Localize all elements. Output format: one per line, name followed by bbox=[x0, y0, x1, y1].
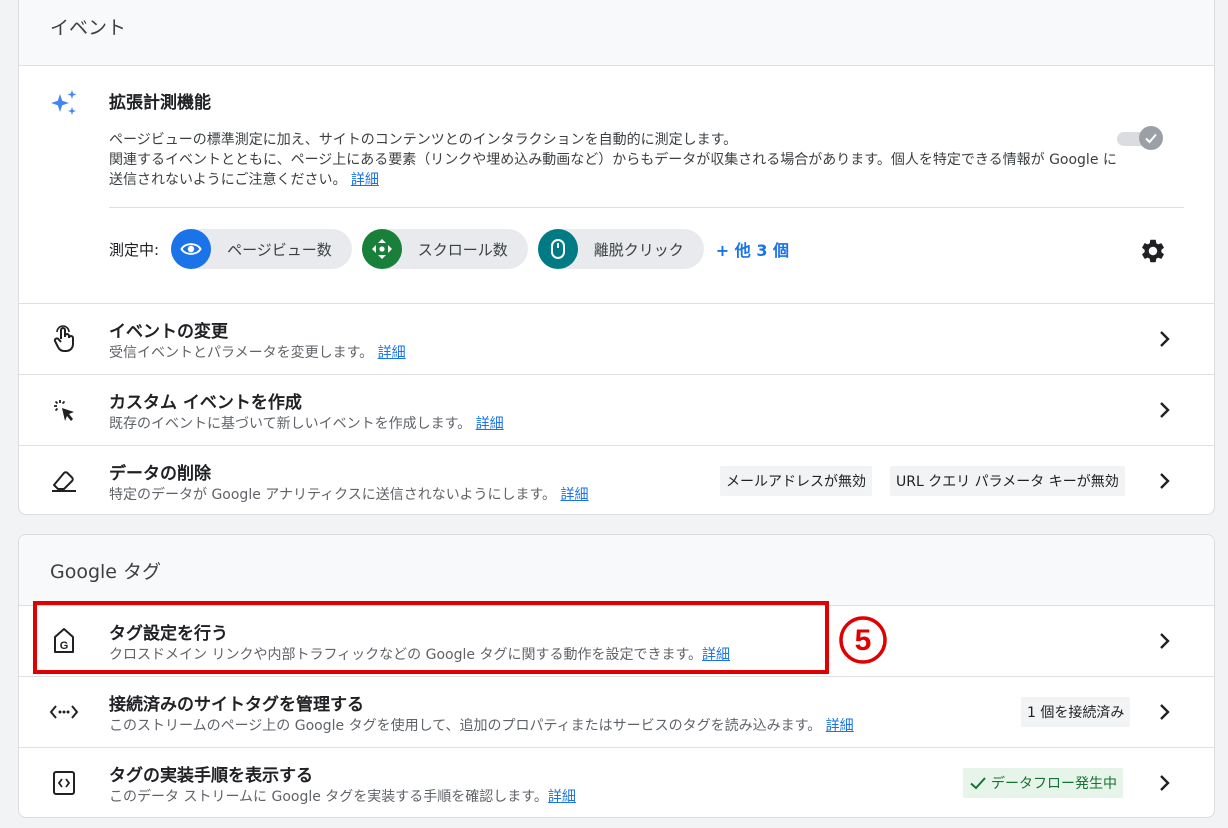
manage-connected-site-tags-desc: このストリームのページ上の Google タグを使用して、追加のプロパティまたは… bbox=[109, 715, 854, 735]
manage-connected-site-tags-desc-text: このストリームのページ上の Google タグを使用して、追加のプロパティまたは… bbox=[109, 718, 822, 734]
measuring-label: 測定中: bbox=[109, 240, 160, 259]
chip-outbound-clicks-label: 離脱クリック bbox=[593, 240, 684, 259]
toggle-knob bbox=[1139, 126, 1163, 150]
enhanced-measurement-panel: 拡張計測機能 ページビューの標準測定に加え、サイトのコンテンツとのインタラクショ… bbox=[19, 66, 1214, 304]
manage-connected-site-tags-row[interactable]: 接続済みのサイトタグを管理する このストリームのページ上の Google タグを… bbox=[19, 677, 1214, 748]
enhanced-measurement-toggle[interactable] bbox=[1117, 126, 1163, 152]
enhanced-desc-line2: 関連するイベントとともに、ページ上にある要素（リンクや埋め込み動画など）からもデ… bbox=[109, 152, 1117, 188]
events-section-title: イベント bbox=[19, 0, 1214, 66]
google-tag-section-title: Google タグ bbox=[19, 535, 1214, 606]
email-disabled-badge: メールアドレスが無効 bbox=[720, 466, 872, 496]
mouse-icon bbox=[537, 229, 578, 269]
configure-tag-settings-details-link[interactable]: 詳細 bbox=[702, 647, 730, 663]
create-custom-event-details-link[interactable]: 詳細 bbox=[476, 416, 504, 432]
sparkle-icon bbox=[51, 90, 77, 115]
data-redaction-desc-text: 特定のデータが Google アナリティクスに送信されないようにします。 bbox=[109, 487, 557, 503]
svg-text:G: G bbox=[60, 640, 69, 652]
chip-scrolls[interactable]: スクロール数 bbox=[361, 229, 528, 269]
manage-connected-site-tags-title: 接続済みのサイトタグを管理する bbox=[109, 695, 364, 715]
chevron-right-icon[interactable] bbox=[1154, 630, 1174, 652]
check-icon bbox=[1145, 133, 1157, 144]
chip-pageviews[interactable]: ページビュー数 bbox=[171, 229, 352, 269]
modify-events-desc: 受信イベントとパラメータを変更します。 詳細 bbox=[109, 342, 406, 362]
eye-icon bbox=[171, 229, 212, 269]
step-number: 5 bbox=[855, 624, 872, 657]
data-flowing-label: データフロー発生中 bbox=[991, 776, 1117, 792]
touch-icon bbox=[49, 324, 79, 354]
chip-pageviews-label: ページビュー数 bbox=[227, 240, 332, 259]
chevron-right-icon[interactable] bbox=[1154, 701, 1174, 723]
configure-tag-settings-title: タグ設定を行う bbox=[109, 624, 228, 644]
data-redaction-details-link[interactable]: 詳細 bbox=[561, 487, 589, 503]
chevron-right-icon[interactable] bbox=[1154, 399, 1174, 421]
enhanced-measurement-description: ページビューの標準測定に加え、サイトのコンテンツとのインタラクションを自動的に測… bbox=[109, 130, 1119, 190]
step-number-badge: 5 bbox=[838, 615, 888, 665]
chip-outbound-clicks[interactable]: 離脱クリック bbox=[537, 229, 704, 269]
url-query-disabled-badge: URL クエリ パラメータ キーが無効 bbox=[890, 466, 1125, 496]
data-flowing-badge: データフロー発生中 bbox=[963, 768, 1123, 798]
cursor-click-icon bbox=[49, 395, 79, 425]
connected-count-badge: 1 個を接続済み bbox=[1021, 697, 1131, 727]
code-arrows-icon bbox=[49, 697, 79, 727]
google-tag-card: Google タグ G タグ設定を行う クロスドメイン リンクや内部トラフィック… bbox=[18, 534, 1215, 818]
configure-tag-settings-desc: クロスドメイン リンクや内部トラフィックなどの Google タグに関する動作を… bbox=[109, 644, 730, 664]
code-tag-icon bbox=[49, 768, 79, 798]
enhanced-desc-line1: ページビューの標準測定に加え、サイトのコンテンツとのインタラクションを自動的に測… bbox=[109, 132, 738, 148]
view-tag-instructions-desc-text: このデータ ストリームに Google タグを実装する手順を確認します。 bbox=[109, 789, 548, 805]
google-tag-icon: G bbox=[49, 626, 79, 656]
modify-events-title: イベントの変更 bbox=[109, 322, 228, 342]
measuring-row: 測定中: ページビュー数 スクロール数 離脱クリック + 他 3 個 bbox=[109, 229, 789, 269]
view-tag-instructions-desc: このデータ ストリームに Google タグを実装する手順を確認します。詳細 bbox=[109, 786, 576, 806]
view-tag-instructions-title: タグの実装手順を表示する bbox=[109, 766, 313, 786]
modify-events-desc-text: 受信イベントとパラメータを変更します。 bbox=[109, 345, 374, 361]
manage-connected-site-tags-details-link[interactable]: 詳細 bbox=[826, 718, 854, 734]
divider bbox=[109, 207, 1184, 208]
modify-events-details-link[interactable]: 詳細 bbox=[378, 345, 406, 361]
create-custom-event-desc: 既存のイベントに基づいて新しいイベントを作成します。 詳細 bbox=[109, 413, 504, 433]
create-custom-event-row[interactable]: カスタム イベントを作成 既存のイベントに基づいて新しいイベントを作成します。 … bbox=[19, 375, 1214, 446]
data-redaction-desc: 特定のデータが Google アナリティクスに送信されないようにします。 詳細 bbox=[109, 484, 589, 504]
enhanced-measurement-title: 拡張計測機能 bbox=[109, 93, 211, 113]
chip-scrolls-label: スクロール数 bbox=[417, 240, 508, 259]
configure-tag-settings-row[interactable]: G タグ設定を行う クロスドメイン リンクや内部トラフィックなどの Google… bbox=[19, 606, 1214, 677]
view-tag-instructions-details-link[interactable]: 詳細 bbox=[548, 789, 576, 805]
chevron-right-icon[interactable] bbox=[1154, 772, 1174, 794]
view-tag-instructions-row[interactable]: タグの実装手順を表示する このデータ ストリームに Google タグを実装する… bbox=[19, 748, 1214, 817]
eraser-icon bbox=[49, 466, 79, 496]
enhanced-details-link[interactable]: 詳細 bbox=[351, 172, 379, 188]
scroll-icon bbox=[361, 229, 402, 269]
gear-icon[interactable] bbox=[1139, 237, 1167, 265]
create-custom-event-desc-text: 既存のイベントに基づいて新しいイベントを作成します。 bbox=[109, 416, 472, 432]
check-icon bbox=[970, 777, 986, 790]
modify-events-row[interactable]: イベントの変更 受信イベントとパラメータを変更します。 詳細 bbox=[19, 304, 1214, 375]
chevron-right-icon[interactable] bbox=[1154, 328, 1174, 350]
data-redaction-title: データの削除 bbox=[109, 464, 211, 484]
create-custom-event-title: カスタム イベントを作成 bbox=[109, 393, 302, 413]
step-circle: 5 bbox=[839, 616, 887, 664]
data-redaction-row[interactable]: データの削除 特定のデータが Google アナリティクスに送信されないようにし… bbox=[19, 446, 1214, 514]
chevron-right-icon[interactable] bbox=[1154, 470, 1174, 492]
configure-tag-settings-desc-text: クロスドメイン リンクや内部トラフィックなどの Google タグに関する動作を… bbox=[109, 647, 703, 663]
events-card: イベント 拡張計測機能 ページビューの標準測定に加え、サイトのコンテンツとのイン… bbox=[18, 0, 1215, 515]
more-events-link[interactable]: + 他 3 個 bbox=[716, 237, 789, 261]
